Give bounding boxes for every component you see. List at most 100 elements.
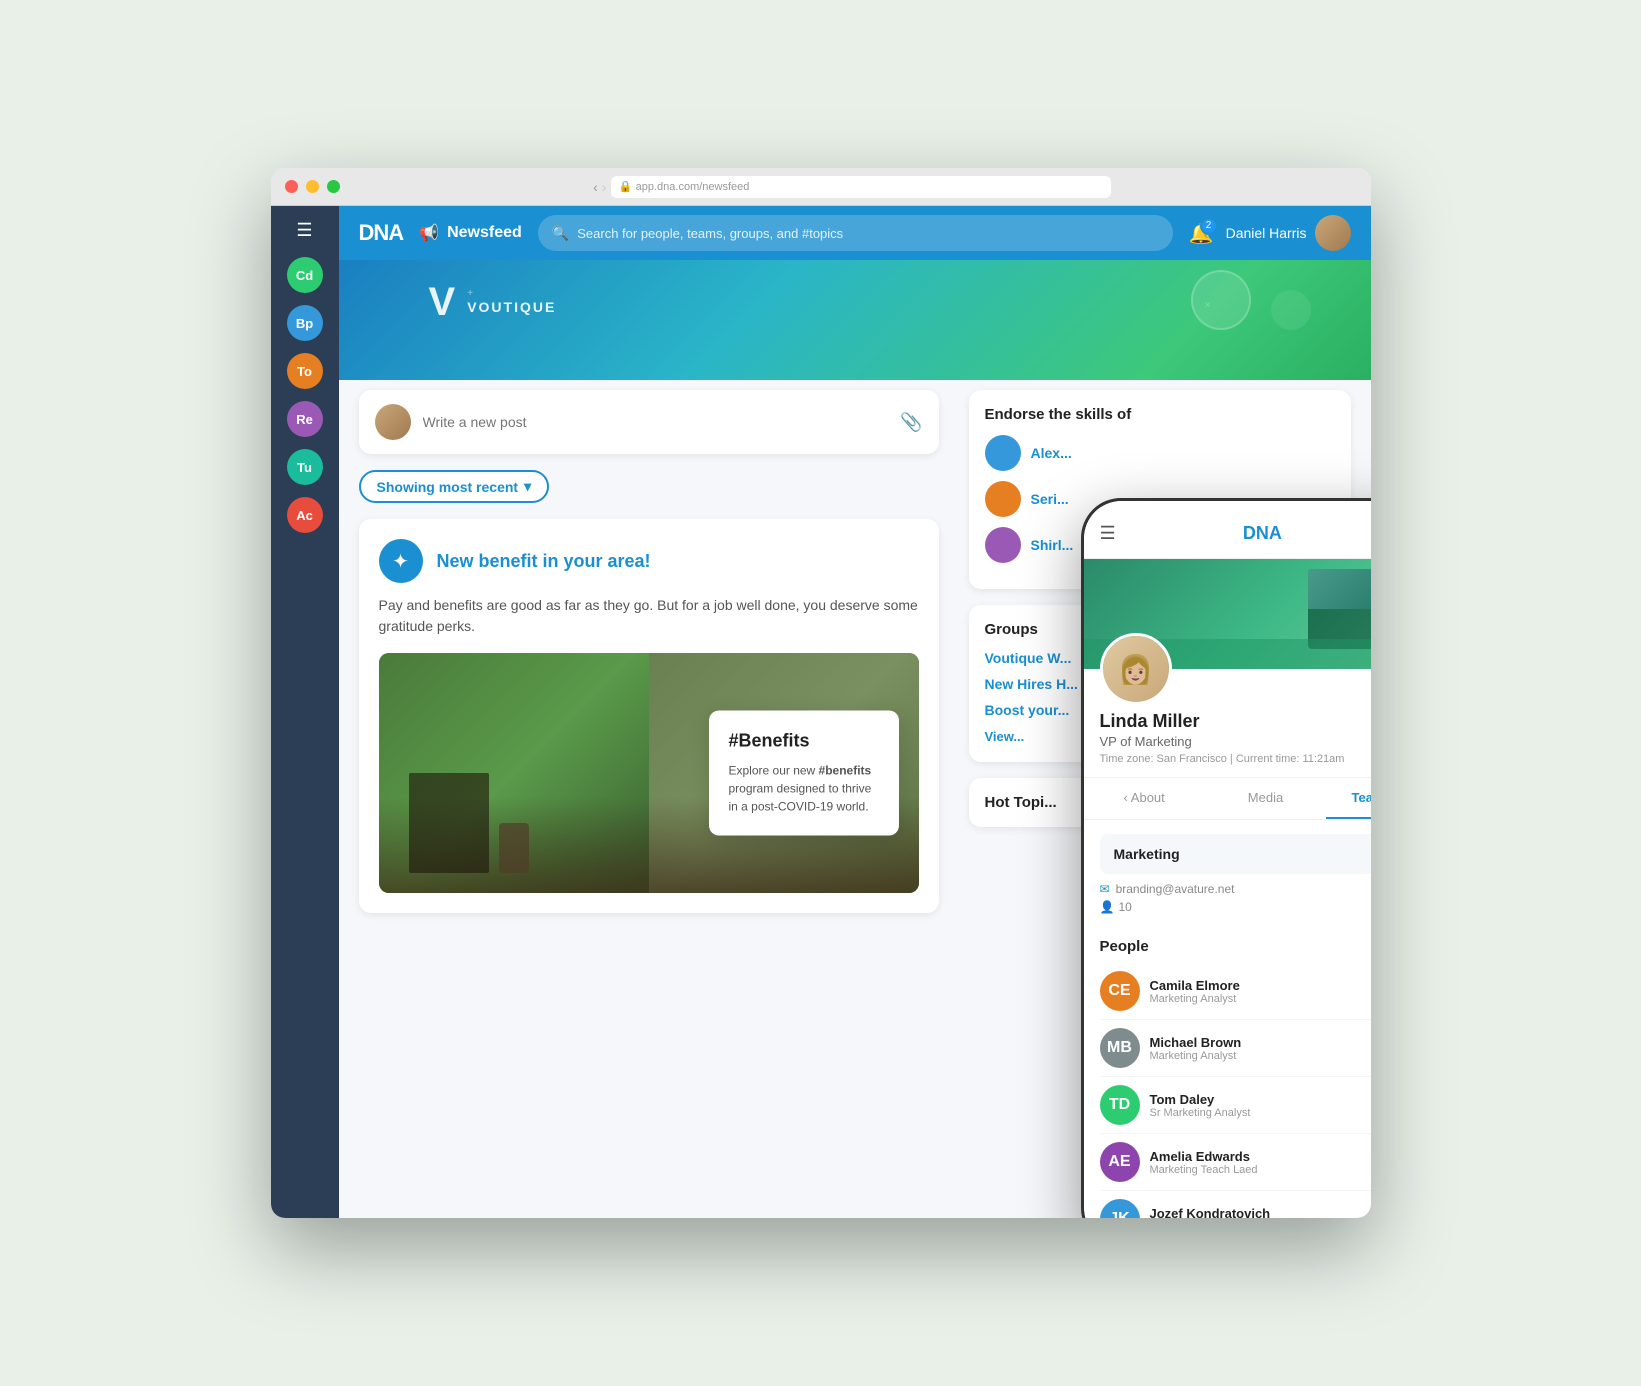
member-count: 👤 10 [1100,900,1371,914]
sidebar-menu-icon[interactable]: ☰ [296,220,312,241]
nav-user-avatar [1315,215,1351,251]
marketing-dropdown[interactable]: Marketing ▾ [1100,834,1371,874]
phone-menu-icon[interactable]: ☰ [1100,523,1116,544]
tab-media[interactable]: Media [1205,778,1326,819]
email-address: branding@avature.net [1116,882,1235,896]
person-name-1: Michael Brown [1150,1035,1371,1050]
post-compose: 📎 [359,390,939,454]
phone-profile-area: 👩🏼 Linda Miller VP of Marketing Time zon… [1084,669,1371,778]
sidebar-avatar-ac[interactable]: Ac [287,497,323,533]
person-info-4: Jozef Kondratovich Marketing Analyst [1150,1206,1371,1219]
email-icon: ✉ [1100,882,1110,896]
person-row-2[interactable]: TD Tom Daley Sr Marketing Analyst 🌐 [1100,1077,1371,1134]
person-info-0: Camila Elmore Marketing Analyst [1150,978,1371,1005]
phone-inner: ☰ DNA 🔍 [1084,501,1371,1218]
phone-body: Marketing ▾ ✉ branding@avature.net 👤 10 [1084,820,1371,1218]
person-row-1[interactable]: MB Michael Brown Marketing Analyst 🌐 [1100,1020,1371,1077]
compose-input[interactable] [423,414,889,430]
back-btn[interactable]: ‹ [593,179,598,195]
people-title: People [1100,938,1371,955]
tab-teammates-label: Teammates [1352,790,1371,805]
person-avatar-3: AE [1100,1142,1140,1182]
maximize-btn[interactable] [327,180,340,193]
view-all-link[interactable]: View... [985,729,1025,744]
endorse-name-1: Alex... [1031,445,1072,461]
search-bar[interactable]: 🔍 Search for people, teams, groups, and … [538,215,1173,251]
phone-status-bar [1084,501,1371,509]
sidebar-avatar-bp[interactable]: Bp [287,305,323,341]
post-title: New benefit in your area! [437,551,651,572]
sidebar: ☰ Cd Bp To Re Tu Ac [271,206,339,1218]
person-name-4: Jozef Kondratovich [1150,1206,1371,1219]
tab-teammates[interactable]: Teammates [1326,778,1370,819]
person-name-2: Tom Daley [1150,1092,1371,1107]
compose-avatar [375,404,411,440]
search-icon: 🔍 [552,225,569,242]
benefits-popup: #Benefits Explore our new #benefits prog… [709,711,899,836]
top-nav: DNA 📢 Newsfeed 🔍 Search for people, team… [339,206,1371,260]
person-role-0: Marketing Analyst [1150,993,1371,1005]
sidebar-avatar-cd[interactable]: Cd [287,257,323,293]
person-role-3: Marketing Teach Laed [1150,1164,1371,1176]
filter-label: Showing most recent [377,479,519,495]
popup-tag: #Benefits [729,731,879,752]
sidebar-avatar-to[interactable]: To [287,353,323,389]
nav-logo: DNA [359,220,404,246]
endorse-name-3: Shirl... [1031,537,1074,553]
forward-btn[interactable]: › [602,179,607,195]
phone-profile-avatar: 👩🏼 [1100,633,1172,705]
back-arrow: ‹ [1124,790,1128,805]
post-card: ✦ New benefit in your area! Pay and bene… [359,519,939,913]
phone-profile-name: Linda Miller [1100,711,1371,732]
person-info-1: Michael Brown Marketing Analyst [1150,1035,1371,1062]
minimize-btn[interactable] [306,180,319,193]
count-value: 10 [1118,900,1131,914]
sidebar-avatar-re[interactable]: Re [287,401,323,437]
feed-column: 📎 Showing most recent ▾ ✦ New benefi [339,260,959,1218]
newsfeed-label: Newsfeed [447,224,522,242]
endorse-avatar-3 [985,527,1021,563]
person-row-0[interactable]: CE Camila Elmore Marketing Analyst 🌐 [1100,963,1371,1020]
person-icon: 👤 [1100,900,1115,914]
phone-tabs: ‹ About Media Teammates [1084,778,1371,820]
nav-user-name: Daniel Harris [1226,225,1307,241]
filter-button[interactable]: Showing most recent ▾ [359,470,550,503]
app-content: ☰ Cd Bp To Re Tu Ac DNA 📢 Newsfeed 🔍 Sea… [271,206,1371,1218]
endorse-item-1[interactable]: Alex... [985,435,1335,471]
endorse-title: Endorse the skills of [985,406,1335,423]
person-avatar-1: MB [1100,1028,1140,1068]
person-role-1: Marketing Analyst [1150,1050,1371,1062]
phone-section-marketing: Marketing ▾ ✉ branding@avature.net 👤 10 [1084,820,1371,930]
scene-laptop [409,773,489,873]
person-avatar-0: CE [1100,971,1140,1011]
post-icon: ✦ [379,539,423,583]
nav-newsfeed[interactable]: 📢 Newsfeed [419,223,522,243]
people-section: People CE Camila Elmore Marketing Analys… [1084,938,1371,1218]
post-header: ✦ New benefit in your area! [379,539,919,583]
person-avatar-4: JK [1100,1199,1140,1218]
phone-profile-timezone: Time zone: San Francisco | Current time:… [1100,753,1371,765]
person-info-3: Amelia Edwards Marketing Teach Laed [1150,1149,1371,1176]
phone-top-nav: ☰ DNA 🔍 [1084,509,1371,559]
notification-bell[interactable]: 🔔 2 [1189,221,1214,246]
close-btn[interactable] [285,180,298,193]
newsfeed-icon: 📢 [419,223,439,243]
person-name-3: Amelia Edwards [1150,1149,1371,1164]
popup-body: Explore our new #benefits program design… [729,762,879,816]
user-menu[interactable]: Daniel Harris [1226,215,1351,251]
person-avatar-2: TD [1100,1085,1140,1125]
person-row-3[interactable]: AE Amelia Edwards Marketing Teach Laed 🌐 [1100,1134,1371,1191]
tab-about-label: About [1131,790,1165,805]
address-bar[interactable]: 🔒 app.dna.com/newsfeed [611,176,1111,198]
content-body: V + VOUTIQUE × [339,260,1371,1218]
nav-area: ‹ › 🔒 app.dna.com/newsfeed [348,176,1357,198]
scene-mug [499,823,529,873]
attachment-icon[interactable]: 📎 [900,412,922,433]
sidebar-avatar-tu[interactable]: Tu [287,449,323,485]
person-row-4[interactable]: JK Jozef Kondratovich Marketing Analyst … [1100,1191,1371,1218]
person-role-2: Sr Marketing Analyst [1150,1107,1371,1119]
filter-chevron: ▾ [524,478,531,495]
tab-media-label: Media [1248,790,1283,805]
tab-about[interactable]: ‹ About [1084,778,1205,819]
search-placeholder: Search for people, teams, groups, and #t… [577,226,843,241]
